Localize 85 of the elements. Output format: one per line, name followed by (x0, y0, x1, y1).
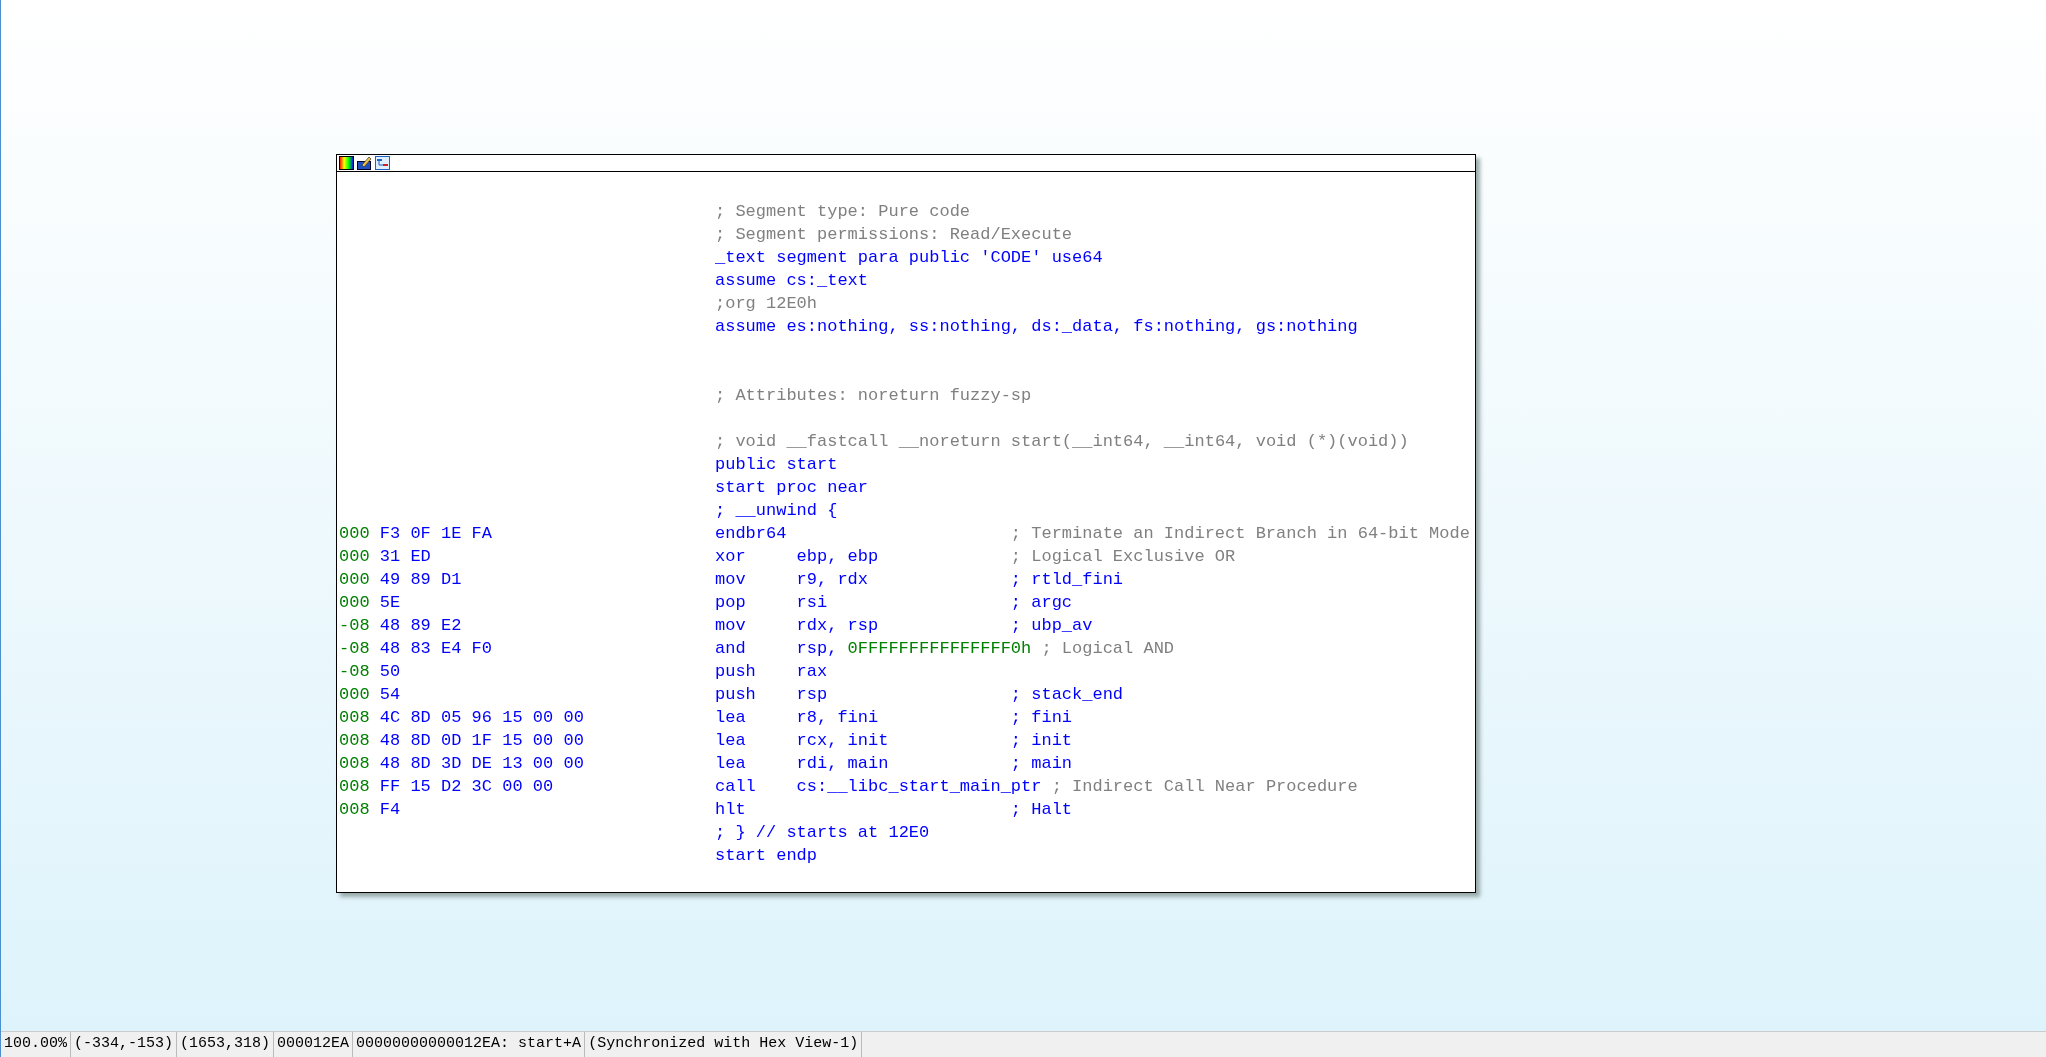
status-field: 100.00% (1, 1032, 71, 1057)
gradient-square-icon[interactable] (339, 156, 354, 170)
operand: rsi (796, 592, 828, 614)
diagram-icon[interactable] (375, 156, 390, 170)
directive-line: ; __unwind { (715, 500, 838, 522)
mnemonic: xor (715, 546, 747, 568)
operand: ebp, ebp (796, 546, 879, 568)
mnemonic: and (715, 638, 747, 660)
opcode-bytes: 54 (379, 684, 401, 706)
stack-pointer: -08 (339, 661, 371, 683)
opcode-bytes: F3 0F 1E FA (379, 523, 492, 545)
mnemonic: mov (715, 569, 747, 591)
instruction-comment: ; rtld_fini (1010, 569, 1124, 591)
comment-line: ; Segment permissions: Read/Execute (715, 224, 1073, 246)
stack-pointer: 000 (339, 569, 371, 591)
instruction-comment: ; main (1010, 753, 1073, 775)
comment-line: ; void __fastcall __noreturn start(__int64, __int64, void (*)(void)) (715, 431, 1409, 453)
comment-line: ; Attributes: noreturn fuzzy-sp (715, 385, 1032, 407)
instruction-comment: ; Logical Exclusive OR (1010, 546, 1236, 568)
operand: rdx, rsp (796, 615, 879, 637)
operand: rdi, main (796, 753, 889, 775)
stack-pointer: 000 (339, 523, 371, 545)
instruction-comment: ; Indirect Call Near Procedure (1051, 776, 1358, 798)
opcode-bytes: F4 (379, 799, 401, 821)
instruction-comment: ; stack_end (1010, 684, 1124, 706)
opcode-bytes: 49 89 D1 (379, 569, 462, 591)
mnemonic: lea (715, 730, 747, 752)
opcode-bytes: 31 ED (379, 546, 431, 568)
instruction-comment: ; init (1010, 730, 1073, 752)
status-field: (-334,-153) (71, 1032, 178, 1057)
mnemonic: lea (715, 753, 747, 775)
directive-line: _text segment para public 'CODE' use64 (715, 247, 1103, 269)
stack-pointer: 008 (339, 730, 371, 752)
directive-line: public start (715, 454, 838, 476)
stack-pointer: -08 (339, 615, 371, 637)
instruction-comment: ; argc (1010, 592, 1073, 614)
operand: rsp (796, 684, 828, 706)
instruction-comment: ; Terminate an Indirect Branch in 64-bit Mode (1010, 523, 1470, 545)
opcode-bytes: 5E (379, 592, 401, 614)
instruction-comment: ; Halt (1010, 799, 1073, 821)
mnemonic: pop (715, 592, 747, 614)
instruction-comment: ; ubp_av (1010, 615, 1093, 637)
operand: r8, fini (796, 707, 879, 729)
mnemonic: push (715, 661, 757, 683)
stack-pointer: -08 (339, 638, 371, 660)
directive-line: assume es:nothing, ss:nothing, ds:_data, fs:nothing, gs:nothing (715, 316, 1358, 338)
stack-pointer: 008 (339, 776, 371, 798)
mnemonic: endbr64 (715, 523, 788, 545)
mnemonic: mov (715, 615, 747, 637)
opcode-bytes: FF 15 D2 3C 00 00 (379, 776, 554, 798)
directive-line: assume cs:_text (715, 270, 869, 292)
status-field: 000012EA (274, 1032, 354, 1057)
mnemonic: lea (715, 707, 747, 729)
opcode-bytes: 50 (379, 661, 401, 683)
instruction-comment: ; Logical AND (1041, 638, 1175, 660)
comment-line: ; Segment type: Pure code (715, 201, 971, 223)
mnemonic: push (715, 684, 757, 706)
stack-pointer: 008 (339, 753, 371, 775)
comment-line: ;org 12E0h (715, 293, 818, 315)
opcode-bytes: 48 8D 0D 1F 15 00 00 (379, 730, 584, 752)
opcode-bytes: 4C 8D 05 96 15 00 00 (379, 707, 584, 729)
status-field: (Synchronized with Hex View-1) (585, 1032, 863, 1057)
stack-pointer: 008 (339, 799, 371, 821)
stack-pointer: 000 (339, 546, 371, 568)
operand: cs:__libc_start_main_ptr (796, 776, 1042, 798)
instruction-comment: ; fini (1010, 707, 1073, 729)
stack-pointer: 000 (339, 684, 371, 706)
status-field: (1653,318) (177, 1032, 275, 1057)
operand: rsp, (796, 638, 838, 660)
mnemonic: call (715, 776, 757, 798)
directive-line: start endp (715, 845, 818, 867)
status-field: 00000000000012EA: start+A (353, 1032, 586, 1057)
opcode-bytes: 48 83 E4 F0 (379, 638, 492, 660)
opcode-bytes: 48 8D 3D DE 13 00 00 (379, 753, 584, 775)
mnemonic: hlt (715, 799, 747, 821)
directive-line: ; } // starts at 12E0 (715, 822, 930, 844)
operand: r9, rdx (796, 569, 869, 591)
directive-line: start proc near (715, 477, 869, 499)
operand: rcx, init (796, 730, 889, 752)
opcode-bytes: 48 89 E2 (379, 615, 462, 637)
pencil-icon[interactable] (357, 156, 372, 170)
stack-pointer: 000 (339, 592, 371, 614)
immediate-value: 0FFFFFFFFFFFFFFF0h (847, 638, 1032, 660)
operand: rax (796, 661, 828, 683)
stack-pointer: 008 (339, 707, 371, 729)
